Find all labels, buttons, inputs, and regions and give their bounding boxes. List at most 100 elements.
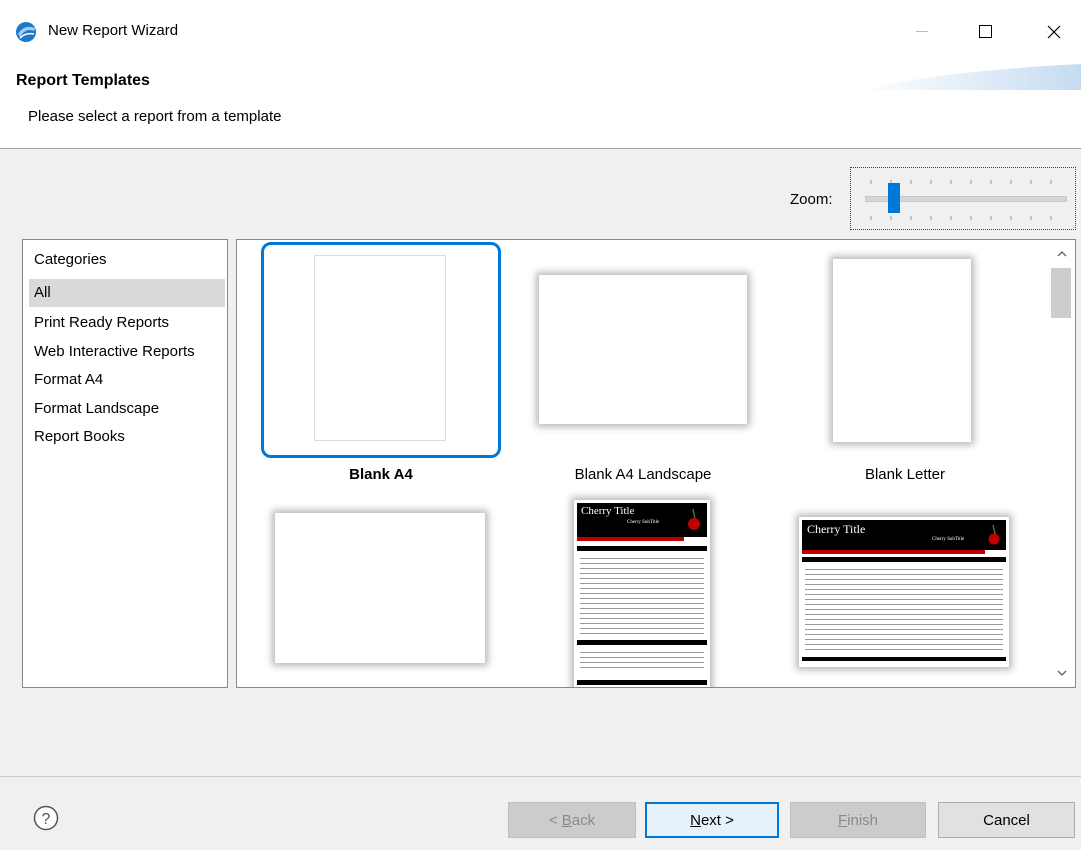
thumbnail-row: [805, 624, 1003, 625]
template-label: Blank A4: [349, 466, 413, 483]
thumbnail-row: [580, 657, 704, 658]
page-description: Please select a report from a template: [28, 108, 282, 125]
thumbnail-accent-bar: [802, 550, 985, 554]
gallery-scrollbar[interactable]: [1048, 240, 1075, 687]
window-title: New Report Wizard: [48, 22, 179, 39]
next-button[interactable]: Next >: [645, 802, 779, 838]
thumbnail-row: [805, 639, 1003, 640]
category-format-landscape[interactable]: Format Landscape: [29, 395, 225, 423]
maximize-button[interactable]: [966, 16, 1006, 48]
footer-divider: [0, 776, 1081, 777]
template-blank-letter[interactable]: Blank Letter: [785, 242, 1025, 483]
category-format-a4[interactable]: Format A4: [29, 366, 225, 394]
template-cherry-portrait[interactable]: Cherry Title Cherry SubTitle: [523, 496, 763, 687]
thumbnail-row: [580, 667, 704, 668]
thumbnail-row: [580, 578, 704, 579]
title-bar: New Report Wizard: [0, 0, 1081, 64]
thumbnail-header: Cherry Title Cherry SubTitle: [577, 503, 707, 537]
thumbnail-row: [805, 614, 1003, 615]
category-print-ready-reports[interactable]: Print Ready Reports: [29, 309, 225, 337]
maximize-icon: [979, 25, 992, 38]
thumbnail-row: [580, 558, 704, 559]
thumbnail-row: [580, 608, 704, 609]
categories-heading: Categories: [34, 251, 107, 268]
minimize-icon: [916, 31, 928, 32]
page-title: Report Templates: [16, 72, 150, 89]
template-thumbnail: [275, 513, 485, 663]
thumbnail-bar: [577, 546, 707, 551]
back-button[interactable]: < Back: [508, 802, 636, 838]
back-mnemonic: B: [561, 811, 572, 829]
template-blank-a4[interactable]: Blank A4: [261, 242, 501, 483]
category-all[interactable]: All: [29, 279, 225, 307]
thumbnail-row: [805, 619, 1003, 620]
thumbnail-bar: [802, 657, 1006, 661]
thumbnail-row: [805, 634, 1003, 635]
scroll-down-button[interactable]: [1048, 663, 1075, 683]
next-label-rest: ext >: [700, 811, 734, 829]
thumbnail-row: [580, 568, 704, 569]
thumbnail-row: [580, 628, 704, 629]
thumbnail-title: Cherry Title: [581, 505, 635, 517]
chevron-down-icon: [1057, 670, 1066, 676]
finish-button[interactable]: Finish: [790, 802, 926, 838]
thumbnail-row: [580, 633, 704, 634]
thumbnail-row: [580, 613, 704, 614]
eclipse-birt-icon: [16, 22, 36, 42]
close-button[interactable]: [1034, 16, 1074, 48]
thumbnail-row: [805, 574, 1003, 575]
thumbnail-header: Cherry Title Cherry SubTitle: [802, 520, 1006, 550]
template-thumbnail: Cherry Title Cherry SubTitle: [799, 517, 1009, 667]
thumbnail-row: [580, 662, 704, 663]
template-cherry-landscape[interactable]: Cherry Title Cherry SubTitle: [785, 496, 1025, 686]
back-prefix: <: [548, 811, 562, 829]
thumbnail-row: [805, 594, 1003, 595]
thumbnail-subtitle: Cherry SubTitle: [627, 520, 660, 525]
thumbnail-bar: [577, 640, 707, 645]
thumbnail-row: [805, 569, 1003, 570]
template-thumbnail: [539, 275, 747, 424]
svg-text:?: ?: [42, 811, 51, 828]
thumbnail-row: [580, 652, 704, 653]
zoom-label: Zoom:: [790, 191, 833, 208]
zoom-slider[interactable]: [850, 167, 1076, 230]
thumbnail-row: [580, 588, 704, 589]
cancel-button[interactable]: Cancel: [938, 802, 1075, 838]
template-thumbnail: Cherry Title Cherry SubTitle: [574, 500, 710, 687]
back-label-rest: ack: [571, 811, 596, 829]
thumbnail-row: [805, 589, 1003, 590]
thumbnail-row: [805, 644, 1003, 645]
header-banner-graphic: [860, 64, 1081, 90]
thumbnail-row: [805, 604, 1003, 605]
scroll-thumb[interactable]: [1051, 268, 1071, 318]
category-web-interactive-reports[interactable]: Web Interactive Reports: [29, 338, 225, 366]
cancel-label: Cancel: [983, 811, 1030, 829]
finish-mnemonic: F: [837, 811, 848, 829]
thumbnail-row: [580, 623, 704, 624]
next-mnemonic: N: [690, 811, 701, 829]
minimize-button[interactable]: [902, 16, 942, 48]
zoom-thumb[interactable]: [887, 183, 900, 213]
thumbnail-row: [805, 649, 1003, 650]
thumbnail-row: [805, 609, 1003, 610]
category-report-books[interactable]: Report Books: [29, 423, 225, 451]
wizard-header: Report Templates Please select a report …: [0, 64, 1081, 149]
template-blank-landscape-2[interactable]: [261, 496, 501, 686]
finish-label-rest: inish: [847, 811, 879, 829]
thumbnail-row: [805, 629, 1003, 630]
thumbnail-row: [805, 579, 1003, 580]
thumbnail-row: [580, 598, 704, 599]
help-icon[interactable]: ?: [33, 805, 59, 831]
scroll-up-button[interactable]: [1048, 244, 1075, 264]
template-thumbnail: [314, 255, 446, 441]
template-blank-a4-landscape[interactable]: Blank A4 Landscape: [523, 242, 763, 483]
categories-panel: Categories All Print Ready Reports Web I…: [22, 239, 228, 688]
thumbnail-row: [580, 573, 704, 574]
thumbnail-bar: [802, 557, 1006, 562]
thumbnail-subtitle: Cherry SubTitle: [932, 537, 965, 542]
thumbnail-row: [805, 584, 1003, 585]
template-label: Blank Letter: [864, 466, 946, 483]
cherry-icon: [688, 508, 700, 530]
template-label: Blank A4 Landscape: [574, 466, 712, 483]
template-gallery: Blank A4 Blank A4 Landscape Blank Letter…: [236, 239, 1076, 688]
